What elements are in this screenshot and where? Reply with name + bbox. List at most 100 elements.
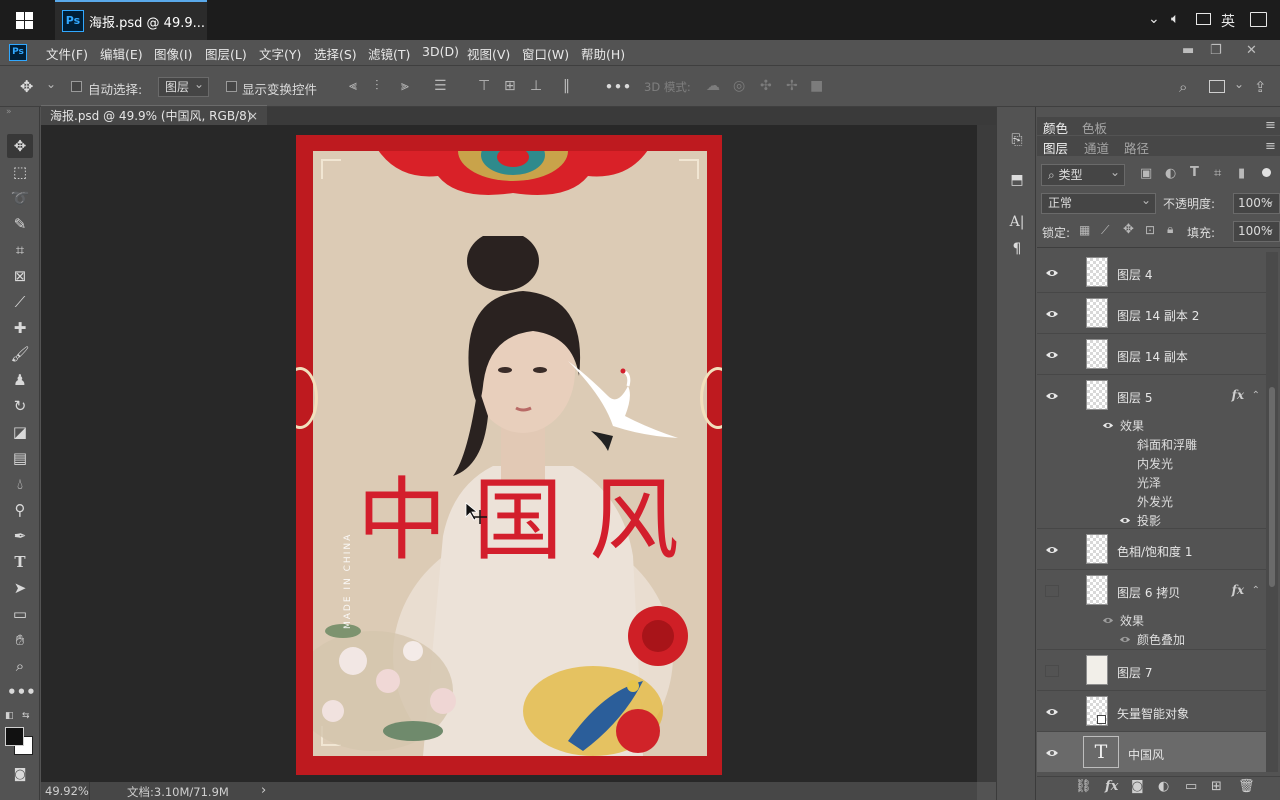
layer-row[interactable]: 图层 6 拷贝 fx ⌃ 效果 颜色叠加	[1037, 570, 1266, 650]
foreground-color-swatch[interactable]	[5, 727, 24, 746]
path-select-tool-icon[interactable]: ➤	[7, 576, 33, 600]
restore-icon[interactable]: ❐	[1210, 43, 1222, 58]
visibility-eye-icon[interactable]	[1045, 350, 1059, 360]
filter-adjustment-icon[interactable]: ◐	[1165, 166, 1176, 181]
chevron-down-icon[interactable]: ⌄	[46, 77, 56, 91]
healing-brush-tool-icon[interactable]: ✚	[7, 316, 33, 340]
character-panel-icon[interactable]: A|	[1006, 211, 1028, 233]
stamp-tool-icon[interactable]: ♟	[7, 368, 33, 392]
windows-start-icon[interactable]	[16, 12, 33, 29]
chevron-up-icon[interactable]: ⌄	[1148, 11, 1160, 27]
effect-drop-shadow[interactable]: 投影	[1137, 512, 1161, 529]
new-layer-icon[interactable]: ⊞	[1211, 779, 1222, 794]
filter-shape-icon[interactable]: ⌗	[1214, 166, 1221, 181]
lock-all-icon[interactable]: 🔒︎	[1167, 222, 1173, 237]
align-left-icon[interactable]: ⫷	[349, 78, 357, 94]
add-layer-style-icon[interactable]: fx	[1105, 779, 1118, 794]
tab-channels[interactable]: 通道	[1084, 138, 1109, 157]
auto-select-target-dropdown[interactable]: 图层	[158, 75, 209, 97]
add-mask-icon[interactable]: ◙	[1131, 779, 1144, 794]
menu-layer[interactable]: 图层(L)	[205, 44, 247, 63]
photoshop-logo-icon[interactable]: Ps	[9, 44, 27, 61]
effects-header[interactable]: 效果	[1120, 417, 1144, 434]
visibility-toggle-off[interactable]	[1045, 665, 1059, 677]
tab-swatches[interactable]: 色板	[1082, 118, 1107, 137]
align-right-icon[interactable]: ⫸	[401, 78, 409, 94]
align-center-h-icon[interactable]: ⫶	[375, 78, 379, 94]
layer-row[interactable]: 图层 14 副本 2	[1037, 293, 1266, 334]
quick-mask-icon[interactable]: ◙	[7, 763, 33, 787]
visibility-eye-icon[interactable]	[1045, 545, 1059, 555]
delete-layer-icon[interactable]: 🗑︎	[1238, 779, 1255, 794]
distribute-h-icon[interactable]: ☰	[434, 78, 447, 94]
hand-tool-icon[interactable]: ✋︎	[7, 628, 33, 652]
taskbar-photoshop-window[interactable]: Ps 海报.psd @ 49.9...	[55, 0, 207, 40]
layer-row[interactable]: 图层 14 副本	[1037, 334, 1266, 375]
menu-3d[interactable]: 3D(D)	[422, 44, 459, 59]
visibility-eye-icon[interactable]	[1045, 268, 1059, 278]
menu-view[interactable]: 视图(V)	[467, 44, 510, 63]
menu-edit[interactable]: 编辑(E)	[100, 44, 143, 63]
quick-select-tool-icon[interactable]: ✎	[7, 212, 33, 236]
menu-file[interactable]: 文件(F)	[46, 44, 88, 63]
align-top-icon[interactable]: ⊤	[478, 78, 490, 94]
lock-position-icon[interactable]: ✥	[1123, 222, 1134, 237]
lasso-tool-icon[interactable]: ➰	[7, 186, 33, 210]
gradient-tool-icon[interactable]: ▤	[7, 446, 33, 470]
opacity-input[interactable]: 100%	[1233, 191, 1280, 214]
layer-filter-dropdown[interactable]: ⌕ 类型	[1041, 162, 1125, 186]
eraser-tool-icon[interactable]: ◪	[7, 420, 33, 444]
visibility-eye-icon[interactable]	[1045, 309, 1059, 319]
layer-row[interactable]: 图层 5 fx ⌃ 效果 斜面和浮雕 内发光 光泽 外发光 投影	[1037, 375, 1266, 529]
history-brush-tool-icon[interactable]: ↻	[7, 394, 33, 418]
ime-language-indicator[interactable]: 英	[1221, 11, 1235, 31]
move-tool-icon[interactable]: ✥	[7, 134, 33, 158]
link-layers-icon[interactable]: ⛓	[1075, 779, 1092, 794]
menu-type[interactable]: 文字(Y)	[259, 44, 301, 63]
lock-artboard-icon[interactable]: ⊡	[1145, 223, 1155, 237]
menu-select[interactable]: 选择(S)	[314, 44, 357, 63]
panel-menu-icon[interactable]: ≡	[1265, 139, 1276, 154]
visibility-eye-icon[interactable]	[1045, 707, 1059, 717]
zoom-level[interactable]: 49.92%	[45, 784, 89, 798]
menu-image[interactable]: 图像(I)	[154, 44, 192, 63]
3d-roll-icon[interactable]: ◎	[733, 78, 745, 94]
scrollbar-thumb[interactable]	[1269, 387, 1275, 587]
collapse-icon[interactable]: »	[6, 107, 12, 117]
chevron-up-icon[interactable]: ⌃	[1252, 390, 1260, 401]
default-colors-icon[interactable]: ◧	[5, 711, 14, 721]
new-adjustment-layer-icon[interactable]: ◐	[1158, 779, 1169, 794]
visibility-eye-icon[interactable]	[1045, 748, 1059, 758]
3d-panel-icon[interactable]: ⬒	[1006, 169, 1028, 191]
layers-scrollbar[interactable]	[1266, 252, 1278, 772]
document-tab[interactable]: 海报.psd @ 49.9% (中国风, RGB/8) ×	[41, 105, 267, 125]
effect-outer-glow[interactable]: 外发光	[1137, 493, 1173, 510]
show-transform-checkbox[interactable]	[226, 81, 237, 92]
close-icon[interactable]: ✕	[1246, 43, 1257, 58]
align-bottom-icon[interactable]: ⊥	[530, 78, 542, 94]
paragraph-panel-icon[interactable]: ¶	[1006, 238, 1028, 260]
network-icon[interactable]	[1196, 13, 1211, 25]
blend-mode-dropdown[interactable]: 正常	[1041, 191, 1156, 214]
blur-tool-icon[interactable]: 💧︎	[7, 472, 33, 496]
close-tab-icon[interactable]: ×	[248, 106, 258, 126]
notification-icon[interactable]	[1250, 12, 1267, 27]
menu-help[interactable]: 帮助(H)	[581, 44, 625, 63]
crop-tool-icon[interactable]: ⌗	[7, 238, 33, 262]
filter-pixel-icon[interactable]: ▣	[1140, 166, 1152, 181]
poster-artwork[interactable]: 中国风 MADE IN CHINA	[296, 135, 722, 775]
align-middle-v-icon[interactable]: ⊞	[504, 78, 516, 94]
brush-tool-icon[interactable]: 🖌︎	[7, 342, 33, 366]
lock-transparency-icon[interactable]: ▦	[1079, 223, 1090, 237]
panel-menu-icon[interactable]: ≡	[1265, 118, 1276, 133]
3d-orbit-icon[interactable]: ☁	[706, 78, 720, 94]
status-menu-arrow-icon[interactable]: ›	[261, 783, 266, 798]
dodge-tool-icon[interactable]: ⚲	[7, 498, 33, 522]
effect-color-overlay[interactable]: 颜色叠加	[1137, 631, 1185, 648]
layer-effects-badge[interactable]: fx	[1232, 388, 1244, 402]
layer-effects-badge[interactable]: fx	[1232, 583, 1244, 597]
tab-layers[interactable]: 图层	[1043, 138, 1068, 157]
3d-slide-icon[interactable]: ✢	[786, 78, 798, 94]
auto-select-checkbox[interactable]	[71, 81, 82, 92]
marquee-tool-icon[interactable]: ⬚	[7, 160, 33, 184]
